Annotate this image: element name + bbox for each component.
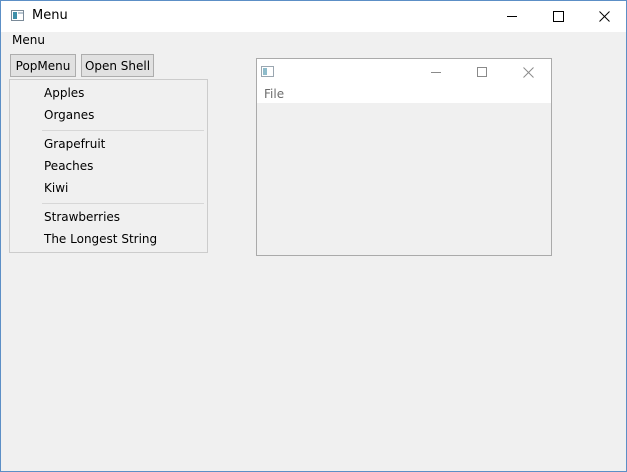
close-button[interactable] <box>581 1 626 32</box>
maximize-icon <box>476 66 487 77</box>
popup-item-strawberries[interactable]: Strawberries <box>44 210 120 224</box>
shell-menubar-item-file[interactable]: File <box>264 87 284 101</box>
title-bar[interactable]: Menu <box>1 1 626 32</box>
window-title: Menu <box>32 8 68 23</box>
maximize-button[interactable] <box>535 1 581 32</box>
menubar-item-menu[interactable]: Menu <box>12 33 45 47</box>
popup-item-peaches[interactable]: Peaches <box>44 159 93 173</box>
popup-item-grapefruit[interactable]: Grapefruit <box>44 137 105 151</box>
shell-window: File <box>256 58 552 256</box>
close-icon <box>522 66 534 78</box>
menu-separator <box>42 130 204 131</box>
shell-maximize-button[interactable] <box>459 59 505 85</box>
maximize-icon <box>552 11 564 22</box>
popup-menu: Apples Organes Grapefruit Peaches Kiwi S… <box>9 79 208 253</box>
shell-title-bar[interactable] <box>257 59 551 85</box>
minimize-icon <box>430 71 441 73</box>
minimize-icon <box>506 16 517 17</box>
popup-item-organes[interactable]: Organes <box>44 108 94 122</box>
popup-item-longest-string[interactable]: The Longest String <box>44 232 157 246</box>
close-icon <box>598 11 610 22</box>
popup-item-kiwi[interactable]: Kiwi <box>44 181 68 195</box>
main-window: Menu Menu PopMenu Open Shell Apples Orga… <box>0 0 627 472</box>
open-shell-button[interactable]: Open Shell <box>81 54 154 77</box>
shell-minimize-button[interactable] <box>413 59 459 85</box>
menu-separator <box>42 203 204 204</box>
popmenu-button[interactable]: PopMenu <box>10 54 76 77</box>
app-window-icon <box>11 10 24 21</box>
app-window-icon <box>261 66 274 77</box>
menu-bar: Menu <box>1 32 626 51</box>
shell-menu-bar: File <box>257 85 551 103</box>
minimize-button[interactable] <box>489 1 535 32</box>
shell-close-button[interactable] <box>505 59 551 85</box>
popup-item-apples[interactable]: Apples <box>44 86 84 100</box>
